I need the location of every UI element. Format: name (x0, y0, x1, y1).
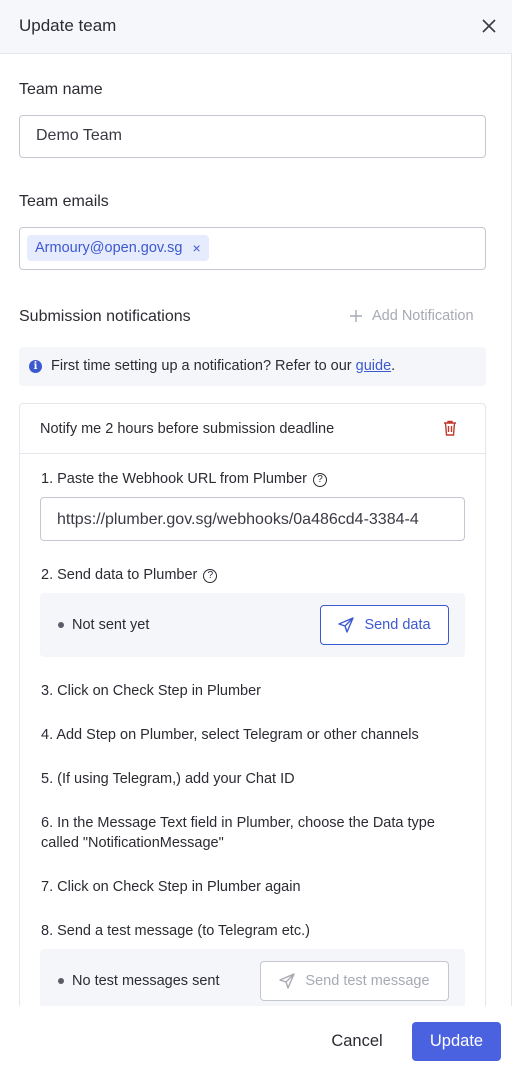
team-name-input[interactable]: Demo Team (19, 115, 486, 158)
notification-card-title: Notify me 2 hours before submission dead… (40, 421, 335, 437)
step-5: 5. (If using Telegram,) add your Chat ID (41, 771, 295, 787)
step-1-text: 1. Paste the Webhook URL from Plumber (41, 471, 307, 487)
send-data-button[interactable]: Send data (320, 605, 449, 645)
send-status: Not sent yet (72, 617, 150, 633)
send-data-label: Send data (364, 617, 431, 633)
add-notification-label: Add Notification (372, 308, 474, 324)
modal-header: Update team (0, 0, 512, 54)
remove-chip-icon[interactable]: × (192, 240, 200, 256)
info-text-suffix: . (391, 358, 396, 374)
step-1: 1. Paste the Webhook URL from Plumber? (41, 469, 327, 489)
trash-icon[interactable] (443, 420, 457, 436)
info-text: First time setting up a notification? Re… (51, 358, 395, 374)
team-emails-input[interactable]: Armoury@open.gov.sg × (19, 227, 486, 270)
notification-card-header: Notify me 2 hours before submission dead… (20, 404, 485, 454)
step-7: 7. Click on Check Step in Plumber again (41, 879, 301, 895)
step-3: 3. Click on Check Step in Plumber (41, 683, 262, 699)
send-test-message-button[interactable]: Send test message (260, 961, 449, 1001)
test-status: No test messages sent (72, 973, 220, 989)
notification-card: Notify me 2 hours before submission dead… (19, 403, 486, 1006)
guide-link[interactable]: guide (356, 358, 391, 374)
step-8: 8. Send a test message (to Telegram etc.… (41, 923, 310, 939)
help-icon[interactable]: ? (203, 569, 218, 583)
step-2-text: 2. Send data to Plumber (41, 567, 198, 583)
team-name-label: Team name (19, 81, 103, 98)
step-6: 6. In the Message Text field in Plumber,… (41, 815, 435, 851)
status-dot (58, 622, 64, 628)
step-4: 4. Add Step on Plumber, select Telegram … (41, 727, 419, 743)
submission-notifications-label: Submission notifications (19, 308, 191, 325)
send-icon (338, 617, 355, 633)
email-chip-label: Armoury@open.gov.sg (35, 240, 183, 256)
modal-footer: Cancel Update (0, 1006, 512, 1071)
send-data-panel: Not sent yet Send data (40, 593, 465, 657)
add-notification-button[interactable]: Add Notification (349, 308, 474, 324)
close-icon[interactable] (478, 15, 500, 37)
info-banner: i First time setting up a notification? … (19, 347, 486, 386)
send-test-message-label: Send test message (305, 973, 430, 989)
update-button[interactable]: Update (412, 1022, 501, 1061)
plus-icon (350, 310, 362, 322)
info-icon: i (29, 360, 42, 373)
webhook-url-value: https://plumber.gov.sg/webhooks/0a486cd4… (57, 511, 419, 528)
webhook-url-input[interactable]: https://plumber.gov.sg/webhooks/0a486cd4… (40, 497, 465, 541)
cancel-button[interactable]: Cancel (317, 1022, 397, 1060)
team-name-value: Demo Team (36, 127, 122, 144)
send-icon (279, 973, 296, 989)
modal-body: Team name Demo Team Team emails Armoury@… (0, 54, 512, 1006)
modal-title: Update team (19, 16, 117, 35)
step-2: 2. Send data to Plumber? (41, 565, 218, 585)
test-message-panel: No test messages sent Send test message (40, 949, 465, 1006)
status-dot (58, 978, 64, 984)
team-emails-label: Team emails (19, 193, 109, 210)
email-chip: Armoury@open.gov.sg × (27, 235, 209, 261)
help-icon[interactable]: ? (312, 473, 327, 487)
info-text-main: First time setting up a notification? Re… (51, 358, 356, 374)
